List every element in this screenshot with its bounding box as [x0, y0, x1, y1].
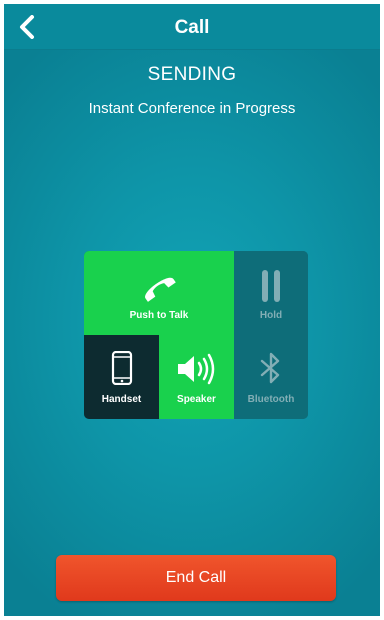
call-status: SENDING — [147, 64, 237, 85]
hold-button[interactable]: Hold — [234, 251, 308, 335]
speaker-icon — [177, 353, 214, 385]
header-bar: Call — [4, 4, 380, 50]
hold-label: Hold — [259, 310, 283, 321]
bluetooth-button[interactable]: Bluetooth — [234, 335, 308, 419]
call-controls-panel: Push to Talk Hold Handset Speaker Blueto… — [84, 251, 308, 419]
handset-button[interactable]: Handset — [84, 335, 159, 419]
end-call-button[interactable]: End Call — [56, 555, 336, 601]
handset-label: Handset — [101, 394, 142, 405]
speaker-button[interactable]: Speaker — [159, 335, 234, 419]
pause-icon — [262, 270, 280, 302]
push-to-talk-label: Push to Talk — [129, 310, 189, 321]
call-screen: Call SENDING Instant Conference in Progr… — [4, 4, 380, 616]
bluetooth-label: Bluetooth — [247, 394, 295, 405]
speaker-label: Speaker — [177, 394, 216, 405]
call-status-detail: Instant Conference in Progress — [88, 100, 296, 117]
phone-icon — [145, 277, 176, 302]
bluetooth-icon — [260, 352, 280, 384]
page-title: Call — [174, 17, 210, 38]
smartphone-icon — [111, 351, 132, 385]
push-to-talk-button[interactable]: Push to Talk — [84, 251, 234, 335]
